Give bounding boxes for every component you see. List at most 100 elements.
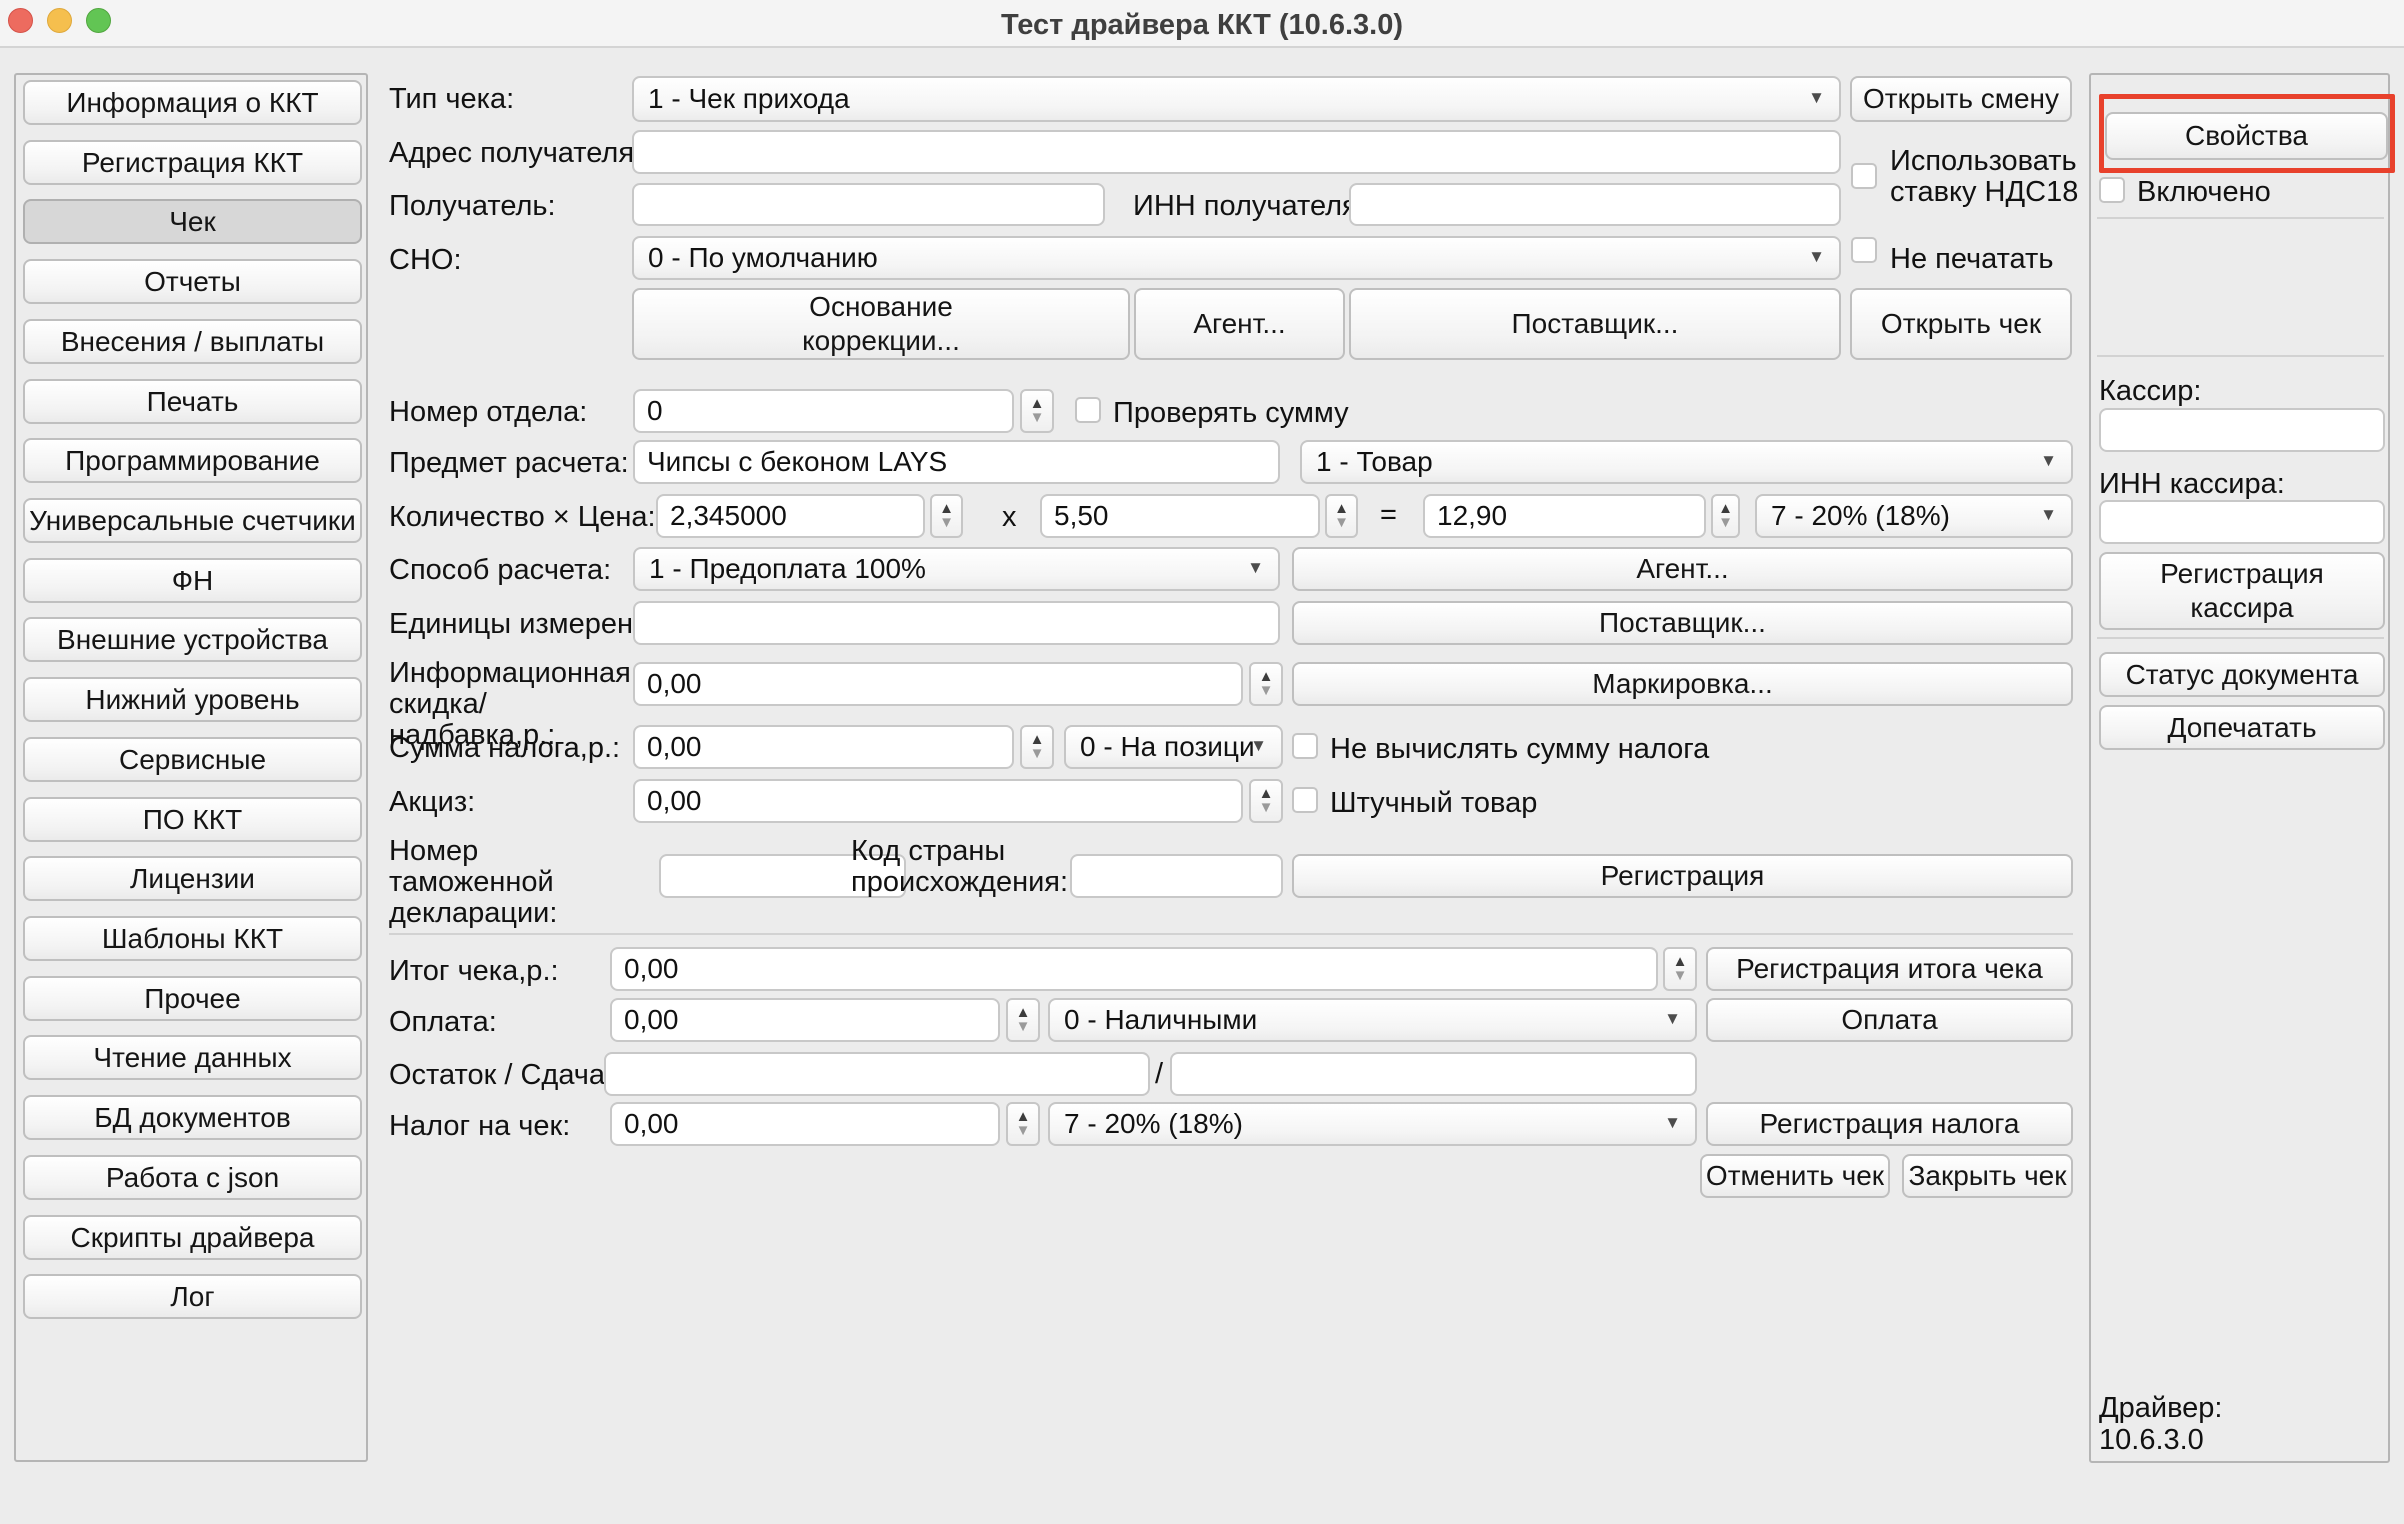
verify-sum-checkbox[interactable]: [1075, 397, 1101, 423]
position-agent-button[interactable]: Агент...: [1292, 547, 2073, 591]
piece-goods-checkbox[interactable]: [1292, 787, 1318, 813]
sidebar-item-low-level[interactable]: Нижний уровень: [23, 677, 362, 722]
close-check-button[interactable]: Закрыть чек: [1902, 1154, 2073, 1198]
spin-down-icon[interactable]: ▼: [1718, 516, 1733, 530]
excise-stepper[interactable]: ▲ ▼: [1249, 779, 1283, 823]
sidebar-item-kkt-software[interactable]: ПО ККТ: [23, 797, 362, 842]
check-tax-type-select[interactable]: 7 - 20% (18%)▼: [1048, 1102, 1697, 1146]
sidebar-item-licenses[interactable]: Лицензии: [23, 856, 362, 901]
payment-button[interactable]: Оплата: [1706, 998, 2073, 1042]
sidebar-item-misc[interactable]: Прочее: [23, 976, 362, 1021]
check-type-select[interactable]: 1 - Чек прихода▼: [632, 76, 1841, 122]
enabled-label: Включено: [2137, 176, 2271, 209]
position-sum-stepper[interactable]: ▲ ▼: [1711, 494, 1740, 538]
country-code-input[interactable]: [1070, 854, 1283, 898]
check-total-stepper[interactable]: ▲ ▼: [1663, 947, 1697, 991]
position-supplier-button[interactable]: Поставщик...: [1292, 601, 2073, 645]
recipient-address-input[interactable]: [632, 130, 1841, 174]
cashier-registration-button[interactable]: Регистрация кассира: [2099, 552, 2385, 630]
spin-down-icon[interactable]: ▼: [1030, 411, 1045, 425]
agent-button[interactable]: Агент...: [1134, 288, 1345, 360]
payment-stepper[interactable]: ▲ ▼: [1006, 998, 1040, 1042]
sidebar-item-universal-counters[interactable]: Универсальные счетчики: [23, 498, 362, 543]
price-stepper[interactable]: ▲ ▼: [1325, 494, 1358, 538]
no-print-checkbox[interactable]: [1851, 237, 1877, 263]
open-check-button[interactable]: Открыть чек: [1850, 288, 2072, 360]
spin-down-icon[interactable]: ▼: [939, 516, 954, 530]
tax-registration-button[interactable]: Регистрация налога: [1706, 1102, 2073, 1146]
recipient-inn-label: ИНН получателя:: [1133, 190, 1366, 223]
tax-sum-stepper[interactable]: ▲ ▼: [1020, 725, 1054, 769]
correction-basis-button[interactable]: Основание коррекции...: [632, 288, 1130, 360]
rest-input[interactable]: [604, 1052, 1150, 1096]
sidebar-item-reports[interactable]: Отчеты: [23, 259, 362, 304]
recipient-input[interactable]: [632, 183, 1105, 226]
use-vat18-checkbox[interactable]: [1851, 163, 1877, 189]
sidebar-item-json[interactable]: Работа с json: [23, 1155, 362, 1200]
spin-down-icon[interactable]: ▼: [1016, 1124, 1031, 1138]
supplier-button[interactable]: Поставщик...: [1349, 288, 1841, 360]
subject-label: Предмет расчета:: [389, 447, 629, 480]
department-stepper[interactable]: ▲ ▼: [1020, 389, 1054, 433]
no-tax-calc-checkbox[interactable]: [1292, 733, 1318, 759]
sidebar-item-fn[interactable]: ФН: [23, 558, 362, 603]
sno-select[interactable]: 0 - По умолчанию▼: [632, 236, 1841, 280]
units-input[interactable]: [633, 601, 1280, 645]
payment-input[interactable]: [610, 998, 1000, 1042]
position-sum-input[interactable]: [1423, 494, 1706, 538]
sidebar-item-kkt-templates[interactable]: Шаблоны ККТ: [23, 916, 362, 961]
sidebar-item-driver-scripts[interactable]: Скрипты драйвера: [23, 1215, 362, 1260]
quantity-input[interactable]: [656, 494, 925, 538]
customs-declaration-label: Номер таможенной декларации:: [389, 836, 649, 929]
sidebar-item-read-data[interactable]: Чтение данных: [23, 1035, 362, 1080]
tax-mode-select[interactable]: 0 - На позици▼: [1064, 725, 1283, 769]
spin-down-icon[interactable]: ▼: [1673, 969, 1688, 983]
discount-stepper[interactable]: ▲ ▼: [1249, 662, 1283, 706]
tax-sum-input[interactable]: [633, 725, 1014, 769]
sidebar-item-check[interactable]: Чек: [23, 199, 362, 244]
payment-type-select[interactable]: 0 - Наличными▼: [1048, 998, 1697, 1042]
country-code-label: Код страны происхождения:: [851, 836, 1081, 898]
recipient-inn-input[interactable]: [1349, 183, 1841, 226]
discount-input[interactable]: [633, 662, 1243, 706]
sidebar-item-doc-db[interactable]: БД документов: [23, 1095, 362, 1140]
vat-rate-select[interactable]: 7 - 20% (18%)▼: [1755, 494, 2073, 538]
cashier-inn-input[interactable]: [2099, 500, 2385, 544]
spin-down-icon[interactable]: ▼: [1016, 1020, 1031, 1034]
sidebar-item-print[interactable]: Печать: [23, 379, 362, 424]
spin-down-icon[interactable]: ▼: [1030, 747, 1045, 761]
properties-button[interactable]: Свойства: [2105, 112, 2388, 160]
payment-method-select[interactable]: 1 - Предоплата 100%▼: [633, 547, 1280, 591]
change-input[interactable]: [1170, 1052, 1697, 1096]
total-registration-button[interactable]: Регистрация итога чека: [1706, 947, 2073, 991]
department-input[interactable]: [633, 389, 1014, 433]
price-input[interactable]: [1040, 494, 1320, 538]
check-total-input[interactable]: [610, 947, 1658, 991]
cancel-check-button[interactable]: Отменить чек: [1700, 1154, 1890, 1198]
excise-input[interactable]: [633, 779, 1243, 823]
spin-down-icon[interactable]: ▼: [1334, 516, 1349, 530]
spin-down-icon[interactable]: ▼: [1259, 684, 1274, 698]
marking-button[interactable]: Маркировка...: [1292, 662, 2073, 706]
sidebar-item-kkt-info[interactable]: Информация о ККТ: [23, 80, 362, 125]
sidebar-item-log[interactable]: Лог: [23, 1274, 362, 1319]
sidebar-item-kkt-registration[interactable]: Регистрация ККТ: [23, 140, 362, 185]
qty-price-label: Количество × Цена:: [389, 501, 656, 534]
sidebar-item-programming[interactable]: Программирование: [23, 438, 362, 483]
spin-down-icon[interactable]: ▼: [1259, 801, 1274, 815]
check-tax-input[interactable]: [610, 1102, 1000, 1146]
open-shift-button[interactable]: Открыть смену: [1850, 76, 2072, 122]
sidebar-item-deposits-payouts[interactable]: Внесения / выплаты: [23, 319, 362, 364]
enabled-checkbox[interactable]: [2099, 177, 2125, 203]
reprint-button[interactable]: Допечатать: [2099, 705, 2385, 750]
subject-input[interactable]: [633, 440, 1280, 484]
registration-button[interactable]: Регистрация: [1292, 854, 2073, 898]
cashier-input[interactable]: [2099, 408, 2385, 452]
subject-type-select[interactable]: 1 - Товар▼: [1300, 440, 2073, 484]
excise-label: Акциз:: [389, 786, 475, 819]
document-status-button[interactable]: Статус документа: [2099, 652, 2385, 697]
sidebar-item-service[interactable]: Сервисные: [23, 737, 362, 782]
sidebar-item-external-devices[interactable]: Внешние устройства: [23, 617, 362, 662]
quantity-stepper[interactable]: ▲ ▼: [930, 494, 963, 538]
check-tax-stepper[interactable]: ▲ ▼: [1006, 1102, 1040, 1146]
